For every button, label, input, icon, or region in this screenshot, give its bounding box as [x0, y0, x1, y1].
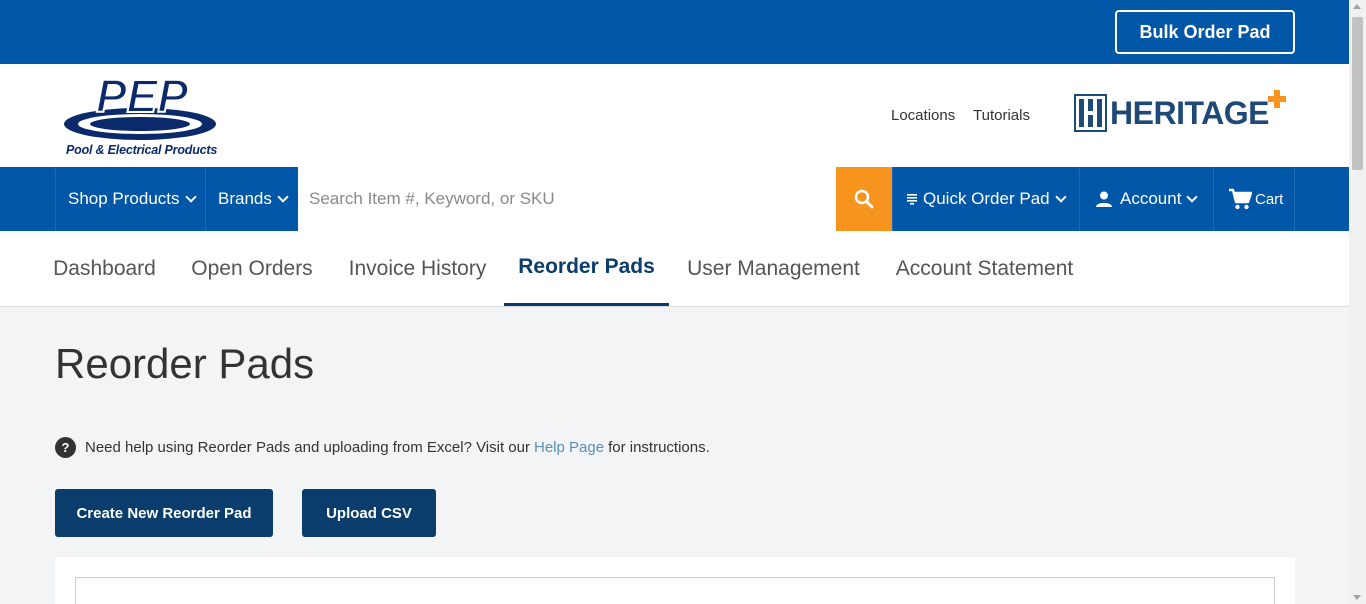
account-menu[interactable]: Account: [1079, 167, 1213, 231]
help-page-link[interactable]: Help Page: [534, 439, 604, 456]
tab-dashboard[interactable]: Dashboard: [37, 231, 172, 306]
chevron-down-icon: [1054, 191, 1067, 203]
shop-products-label: Shop Products: [68, 189, 180, 208]
logo-text: PEP: [96, 72, 188, 122]
help-text-prefix: Need help using Reorder Pads and uploadi…: [85, 438, 530, 456]
brands-menu[interactable]: Brands: [205, 167, 298, 231]
main-nav: Shop Products Brands Quick Order Pad Acc…: [0, 167, 1349, 231]
search-input[interactable]: [298, 167, 836, 231]
scroll-up-icon[interactable]: [1353, 4, 1361, 9]
plus-icon: [1268, 90, 1286, 108]
tab-invoice-history[interactable]: Invoice History: [332, 231, 503, 306]
cart-label: Cart: [1255, 190, 1284, 208]
top-bar: Bulk Order Pad: [0, 0, 1349, 64]
search-icon: [854, 189, 874, 209]
cart-icon: [1229, 188, 1252, 210]
help-icon: ?: [55, 436, 76, 458]
site-header: PEP Pool & Electrical Products Locations…: [0, 64, 1349, 167]
create-reorder-pad-button[interactable]: Create New Reorder Pad: [55, 489, 273, 537]
account-tabs: Dashboard Open Orders Invoice History Re…: [0, 231, 1349, 307]
locations-link[interactable]: Locations: [891, 107, 955, 124]
chevron-down-icon: [1186, 191, 1199, 203]
page-title: Reorder Pads: [55, 340, 315, 387]
tutorials-link[interactable]: Tutorials: [973, 107, 1030, 124]
scroll-down-icon[interactable]: [1353, 595, 1361, 600]
heritage-h-icon: [1074, 94, 1107, 132]
list-icon: [907, 194, 917, 205]
scroll-thumb[interactable]: [1352, 17, 1363, 170]
tab-user-management[interactable]: User Management: [671, 231, 876, 306]
tab-open-orders[interactable]: Open Orders: [174, 231, 330, 306]
heritage-logo[interactable]: HERITAGE: [1074, 90, 1286, 133]
reorder-pads-panel: [55, 557, 1295, 604]
reorder-pads-list: [75, 577, 1275, 604]
tab-account-statement[interactable]: Account Statement: [878, 231, 1091, 306]
bulk-order-pad-button[interactable]: Bulk Order Pad: [1115, 10, 1295, 54]
cart-link[interactable]: Cart: [1213, 167, 1295, 231]
heritage-logo-text: HERITAGE: [1110, 94, 1269, 131]
quick-order-pad-label: Quick Order Pad: [923, 189, 1050, 208]
search-button[interactable]: [836, 167, 892, 231]
tab-reorder-pads[interactable]: Reorder Pads: [504, 231, 669, 306]
account-label: Account: [1120, 189, 1182, 208]
help-message: ? Need help using Reorder Pads and uploa…: [55, 436, 710, 458]
help-text-suffix: for instructions.: [608, 438, 710, 456]
chevron-down-icon: [184, 191, 197, 203]
pep-logo-mark: PEP: [64, 69, 216, 140]
logo-caption: Pool & Electrical Products: [66, 143, 218, 157]
page-scrollbar[interactable]: [1349, 0, 1366, 604]
brands-label: Brands: [218, 189, 272, 208]
chevron-down-icon: [277, 191, 289, 203]
quick-order-pad-menu[interactable]: Quick Order Pad: [892, 167, 1079, 231]
upload-csv-button[interactable]: Upload CSV: [302, 489, 436, 537]
shop-products-menu[interactable]: Shop Products: [55, 167, 205, 231]
user-icon: [1096, 191, 1112, 207]
